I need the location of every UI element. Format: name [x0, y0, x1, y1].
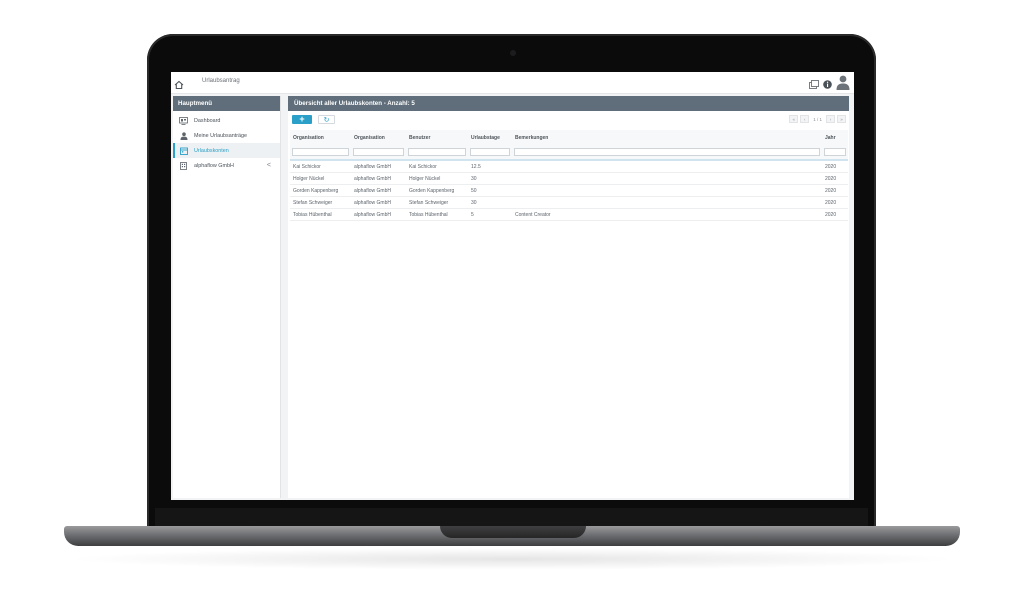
cell-bemerkungen — [512, 196, 822, 209]
cell-urlaubstage: 30 — [468, 196, 512, 209]
table-row[interactable]: Tobias Hübenthal alphaflow GmbH Tobias H… — [290, 208, 848, 221]
cell-organisation: alphaflow GmbH — [351, 196, 406, 209]
cell-organisation: alphaflow GmbH — [351, 160, 406, 173]
filter-input[interactable] — [470, 147, 510, 156]
info-icon[interactable] — [823, 76, 832, 94]
cell-bemerkungen — [512, 160, 822, 173]
prev-page-button[interactable]: ‹ — [800, 115, 810, 123]
top-bar-icons — [809, 75, 850, 95]
sidebar-item-label: Dashboard — [194, 117, 221, 124]
sidebar: Hauptmenü Dashboard Meine Urlaubsanträge… — [173, 96, 281, 498]
page-info: 1 / 1 — [813, 116, 822, 122]
top-bar: Urlaubsantrag — [171, 72, 854, 94]
dashboard-icon — [179, 116, 188, 125]
sidebar-item-label: Urlaubskonten — [194, 147, 229, 154]
table-row[interactable]: Holger Nückel alphaflow GmbH Holger Nück… — [290, 172, 848, 185]
main-panel: Übersicht aller Urlaubskonten - Anzahl: … — [288, 96, 849, 498]
page-title: Übersicht aller Urlaubskonten - Anzahl: … — [288, 96, 849, 111]
camera-icon — [510, 50, 516, 56]
filter-input[interactable] — [408, 147, 466, 156]
cell-benutzer: Holger Nückel — [406, 172, 468, 185]
cell-benutzer: Gorden Kappenberg — [406, 184, 468, 197]
cell-organisation: alphaflow GmbH — [351, 172, 406, 185]
last-page-button[interactable]: » — [837, 115, 846, 123]
sidebar-item-urlaubskonten[interactable]: Urlaubskonten — [173, 143, 280, 158]
cell-benutzer: Tobias Hübenthal — [406, 208, 468, 221]
cell-benutzer: Stefan Schweiger — [406, 196, 468, 209]
filter-row — [290, 145, 848, 161]
laptop-bezel — [155, 508, 868, 526]
cell-urlaubstage: 50 — [468, 184, 512, 197]
filter-input[interactable] — [292, 147, 349, 156]
laptop-shadow — [64, 548, 960, 570]
laptop-notch — [440, 526, 586, 538]
table-row[interactable]: Stefan Schweiger alphaflow GmbH Stefan S… — [290, 196, 848, 209]
home-icon[interactable] — [174, 77, 184, 90]
filter-input[interactable] — [353, 147, 404, 156]
cell-name: Tobias Hübenthal — [290, 208, 351, 221]
cell-name: Gorden Kappenberg — [290, 184, 351, 197]
app-screen: Urlaubsantrag Hauptmenü Dashboard Meine … — [171, 72, 854, 500]
column-header-bemerkungen[interactable]: Bemerkungen — [512, 130, 822, 145]
chevron-left-icon[interactable]: < — [267, 162, 271, 169]
cell-jahr: 2020 — [822, 196, 848, 209]
cell-jahr: 2020 — [822, 208, 848, 221]
table-row[interactable]: Kai Schickor alphaflow GmbH Kai Schickor… — [290, 160, 848, 173]
breadcrumb[interactable]: Urlaubsantrag — [202, 78, 240, 84]
cell-jahr: 2020 — [822, 160, 848, 173]
building-icon — [179, 161, 188, 170]
column-header-jahr[interactable]: Jahr — [822, 130, 848, 145]
person-icon — [179, 131, 188, 140]
cell-urlaubstage: 5 — [468, 208, 512, 221]
filter-input[interactable] — [514, 147, 820, 156]
sidebar-item-meine-urlaubsantraege[interactable]: Meine Urlaubsanträge — [173, 128, 280, 143]
cell-jahr: 2020 — [822, 184, 848, 197]
window-icon[interactable] — [809, 76, 819, 94]
paginator: « ‹ 1 / 1 › » — [789, 115, 846, 123]
add-button[interactable]: + — [292, 115, 312, 124]
sidebar-item-alphaflow-gmbh[interactable]: alphaflow GmbH < — [173, 158, 280, 173]
sidebar-item-label: alphaflow GmbH — [194, 162, 234, 169]
toolbar: + ↻ « ‹ 1 / 1 › » — [288, 111, 849, 127]
cell-bemerkungen — [512, 172, 822, 185]
cell-urlaubstage: 30 — [468, 172, 512, 185]
cell-name: Kai Schickor — [290, 160, 351, 173]
column-header-organisation-2[interactable]: Organisation — [351, 130, 406, 145]
sidebar-item-dashboard[interactable]: Dashboard — [173, 113, 280, 128]
cell-benutzer: Kai Schickor — [406, 160, 468, 173]
column-header-organisation[interactable]: Organisation — [290, 130, 351, 145]
cell-bemerkungen — [512, 184, 822, 197]
column-header-benutzer[interactable]: Benutzer — [406, 130, 468, 145]
cell-urlaubstage: 12.5 — [468, 160, 512, 173]
user-avatar-icon[interactable] — [836, 75, 850, 95]
calendar-icon — [179, 147, 188, 155]
cell-name: Holger Nückel — [290, 172, 351, 185]
sidebar-item-label: Meine Urlaubsanträge — [194, 132, 248, 139]
table-row[interactable]: Gorden Kappenberg alphaflow GmbH Gorden … — [290, 184, 848, 197]
column-header-urlaubstage[interactable]: Urlaubstage — [468, 130, 512, 145]
cell-organisation: alphaflow GmbH — [351, 208, 406, 221]
next-page-button[interactable]: › — [826, 115, 835, 123]
cell-organisation: alphaflow GmbH — [351, 184, 406, 197]
cell-name: Stefan Schweiger — [290, 196, 351, 209]
sidebar-title: Hauptmenü — [173, 96, 280, 111]
accounts-table: Organisation Organisation Benutzer Urlau… — [290, 130, 848, 221]
table-header-row: Organisation Organisation Benutzer Urlau… — [290, 130, 848, 145]
filter-input[interactable] — [824, 147, 846, 156]
cell-jahr: 2020 — [822, 172, 848, 185]
refresh-button[interactable]: ↻ — [318, 115, 335, 124]
first-page-button[interactable]: « — [789, 115, 799, 123]
cell-bemerkungen: Content Creator — [512, 208, 822, 221]
